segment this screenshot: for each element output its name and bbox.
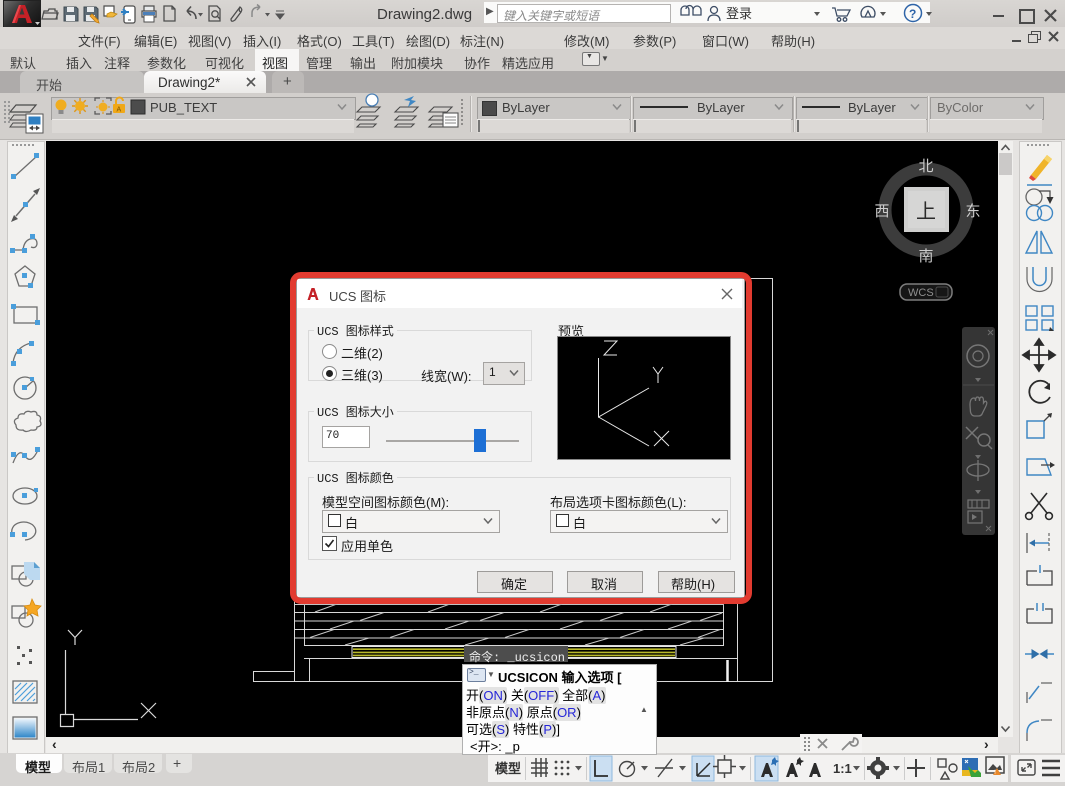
svg-text:1:1: 1:1: [833, 761, 852, 776]
svg-text:南: 南: [918, 248, 933, 265]
svg-text:WCS: WCS: [908, 287, 934, 299]
svg-text:模型: 模型: [495, 761, 521, 776]
svg-text:西: 西: [874, 203, 889, 220]
svg-text:东: 东: [965, 203, 980, 220]
svg-text:?: ?: [909, 7, 916, 21]
svg-text:北: 北: [918, 158, 933, 175]
svg-text:A: A: [117, 107, 122, 114]
svg-text:登录: 登录: [726, 6, 752, 21]
svg-text:上: 上: [916, 200, 936, 223]
